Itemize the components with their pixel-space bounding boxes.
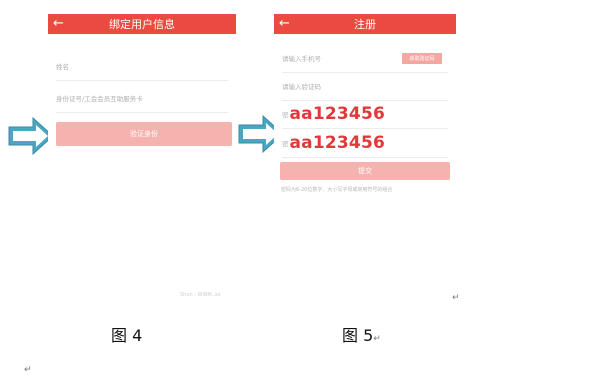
- confirm-prefix: 密: [282, 140, 289, 148]
- name-field[interactable]: 姓名: [56, 52, 228, 81]
- password-value: aa123456: [289, 104, 386, 124]
- back-arrow-icon[interactable]: ←: [53, 16, 64, 32]
- password-prefix: 密: [282, 111, 289, 119]
- figure-5-caption: 图 5↵: [342, 322, 381, 346]
- phone-placeholder: 请输入手机号: [282, 55, 321, 63]
- verify-identity-button[interactable]: 验证身份: [56, 122, 232, 146]
- code-placeholder: 请输入验证码: [282, 83, 321, 91]
- fig4-watermark: Shun : WWM..so: [180, 292, 221, 298]
- fig5-page-title: 注册: [354, 18, 376, 31]
- figure-4-screen: ← 绑定用户信息 姓名 身份证号/工会会员互助服务卡 验证身份 Shun : W…: [48, 14, 236, 304]
- confirm-password-field[interactable]: 密 aa123456: [282, 129, 448, 158]
- password-field[interactable]: 密 aa123456: [282, 100, 448, 129]
- confirm-password-value: aa123456: [289, 133, 386, 153]
- name-placeholder: 姓名: [56, 63, 69, 71]
- code-field[interactable]: 请输入验证码: [282, 72, 448, 101]
- paragraph-mark: ↵: [373, 334, 381, 344]
- submit-button[interactable]: 提交: [280, 162, 450, 180]
- fig5-header: ← 注册: [274, 14, 456, 34]
- fig4-page-title: 绑定用户信息: [109, 18, 175, 31]
- fig4-header: ← 绑定用户信息: [48, 14, 236, 34]
- phone-field[interactable]: 请输入手机号 获取验证码: [282, 44, 448, 73]
- back-arrow-icon[interactable]: ←: [279, 16, 290, 32]
- id-card-field[interactable]: 身份证号/工会会员互助服务卡: [56, 84, 228, 113]
- id-card-placeholder: 身份证号/工会会员互助服务卡: [56, 95, 143, 103]
- figure-5-caption-text: 图 5: [342, 326, 374, 345]
- paragraph-mark: ↵: [452, 293, 460, 303]
- paragraph-mark: ↵: [24, 365, 32, 375]
- get-code-button[interactable]: 获取验证码: [402, 53, 442, 64]
- password-hint: 密码为6-20位数字、大小写字母或常用符号的组合: [281, 187, 393, 193]
- figure-5-screen: ← 注册 请输入手机号 获取验证码 请输入验证码 密 aa123456 密 aa…: [274, 14, 456, 294]
- figure-4-caption: 图 4: [111, 326, 143, 345]
